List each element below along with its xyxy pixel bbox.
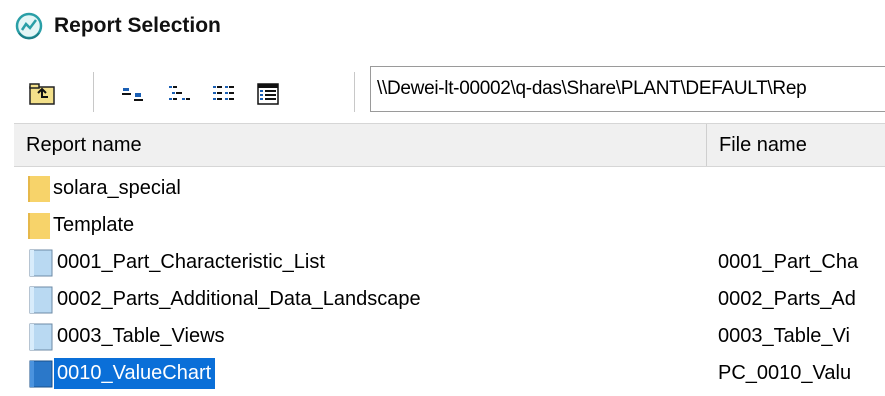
list-view-button[interactable] [208, 78, 240, 110]
file-name: 0002_Parts_Ad [718, 288, 856, 310]
table-row[interactable]: 0003_Table_Views 0003_Table_Vi [14, 318, 885, 355]
small-icons-view-button[interactable] [164, 78, 196, 110]
large-icons-view-icon [122, 88, 143, 101]
list-view-icon [213, 86, 234, 100]
up-folder-icon [29, 83, 55, 105]
table-row-selected[interactable]: 0010_ValueChart PC_0010_Valu [14, 355, 885, 392]
table-row[interactable]: Template [14, 207, 885, 244]
report-file-icon [28, 248, 54, 278]
report-name: 0003_Table_Views [57, 325, 225, 347]
table-row[interactable]: 0001_Part_Characteristic_List 0001_Part_… [14, 244, 885, 281]
report-selection-icon [14, 11, 44, 41]
report-name: 0001_Part_Characteristic_List [57, 251, 325, 273]
table-row[interactable]: 0002_Parts_Additional_Data_Landscape 000… [14, 281, 885, 318]
folder-icon [28, 211, 50, 241]
report-name: solara_special [53, 177, 181, 199]
report-name-cell: 0002_Parts_Additional_Data_Landscape [28, 281, 425, 318]
path-field[interactable]: \\Dewei-lt-00002\q-das\Share\PLANT\DEFAU… [370, 66, 885, 112]
small-icons-view-icon [169, 86, 190, 100]
report-name-cell: Template [28, 207, 138, 244]
report-table: Report name File name solara_special Tem… [14, 123, 885, 396]
table-row[interactable]: solara_special [14, 170, 885, 207]
toolbar-separator [93, 72, 94, 112]
up-folder-button[interactable] [26, 78, 58, 110]
report-name-cell: solara_special [28, 170, 185, 207]
table-header: Report name File name [14, 123, 885, 167]
file-name: PC_0010_Valu [718, 362, 852, 384]
report-name-cell: 0003_Table_Views [28, 318, 229, 355]
report-file-icon [28, 359, 54, 389]
report-name-cell: 0001_Part_Characteristic_List [28, 244, 329, 281]
toolbar-separator [354, 72, 355, 112]
file-name [718, 170, 885, 207]
report-name: 0002_Parts_Additional_Data_Landscape [57, 288, 421, 310]
file-name: 0001_Part_Cha [718, 251, 859, 273]
report-name: Template [53, 214, 135, 236]
folder-icon [28, 174, 50, 204]
report-name: 0010_ValueChart [54, 358, 216, 389]
file-name [718, 207, 885, 244]
report-file-icon [28, 285, 54, 315]
report-name-cell: 0010_ValueChart [28, 355, 216, 392]
window-title: Report Selection [54, 14, 221, 37]
window-title-bar: Report Selection [14, 8, 221, 44]
details-view-button[interactable] [252, 78, 284, 110]
column-header-file-name[interactable]: File name [707, 124, 885, 166]
toolbar: \\Dewei-lt-00002\q-das\Share\PLANT\DEFAU… [14, 66, 885, 118]
column-header-report-name[interactable]: Report name [14, 124, 707, 166]
details-view-icon [257, 83, 279, 105]
report-file-icon [28, 322, 54, 352]
large-icons-view-button[interactable] [118, 78, 150, 110]
file-name: 0003_Table_Vi [718, 325, 850, 347]
